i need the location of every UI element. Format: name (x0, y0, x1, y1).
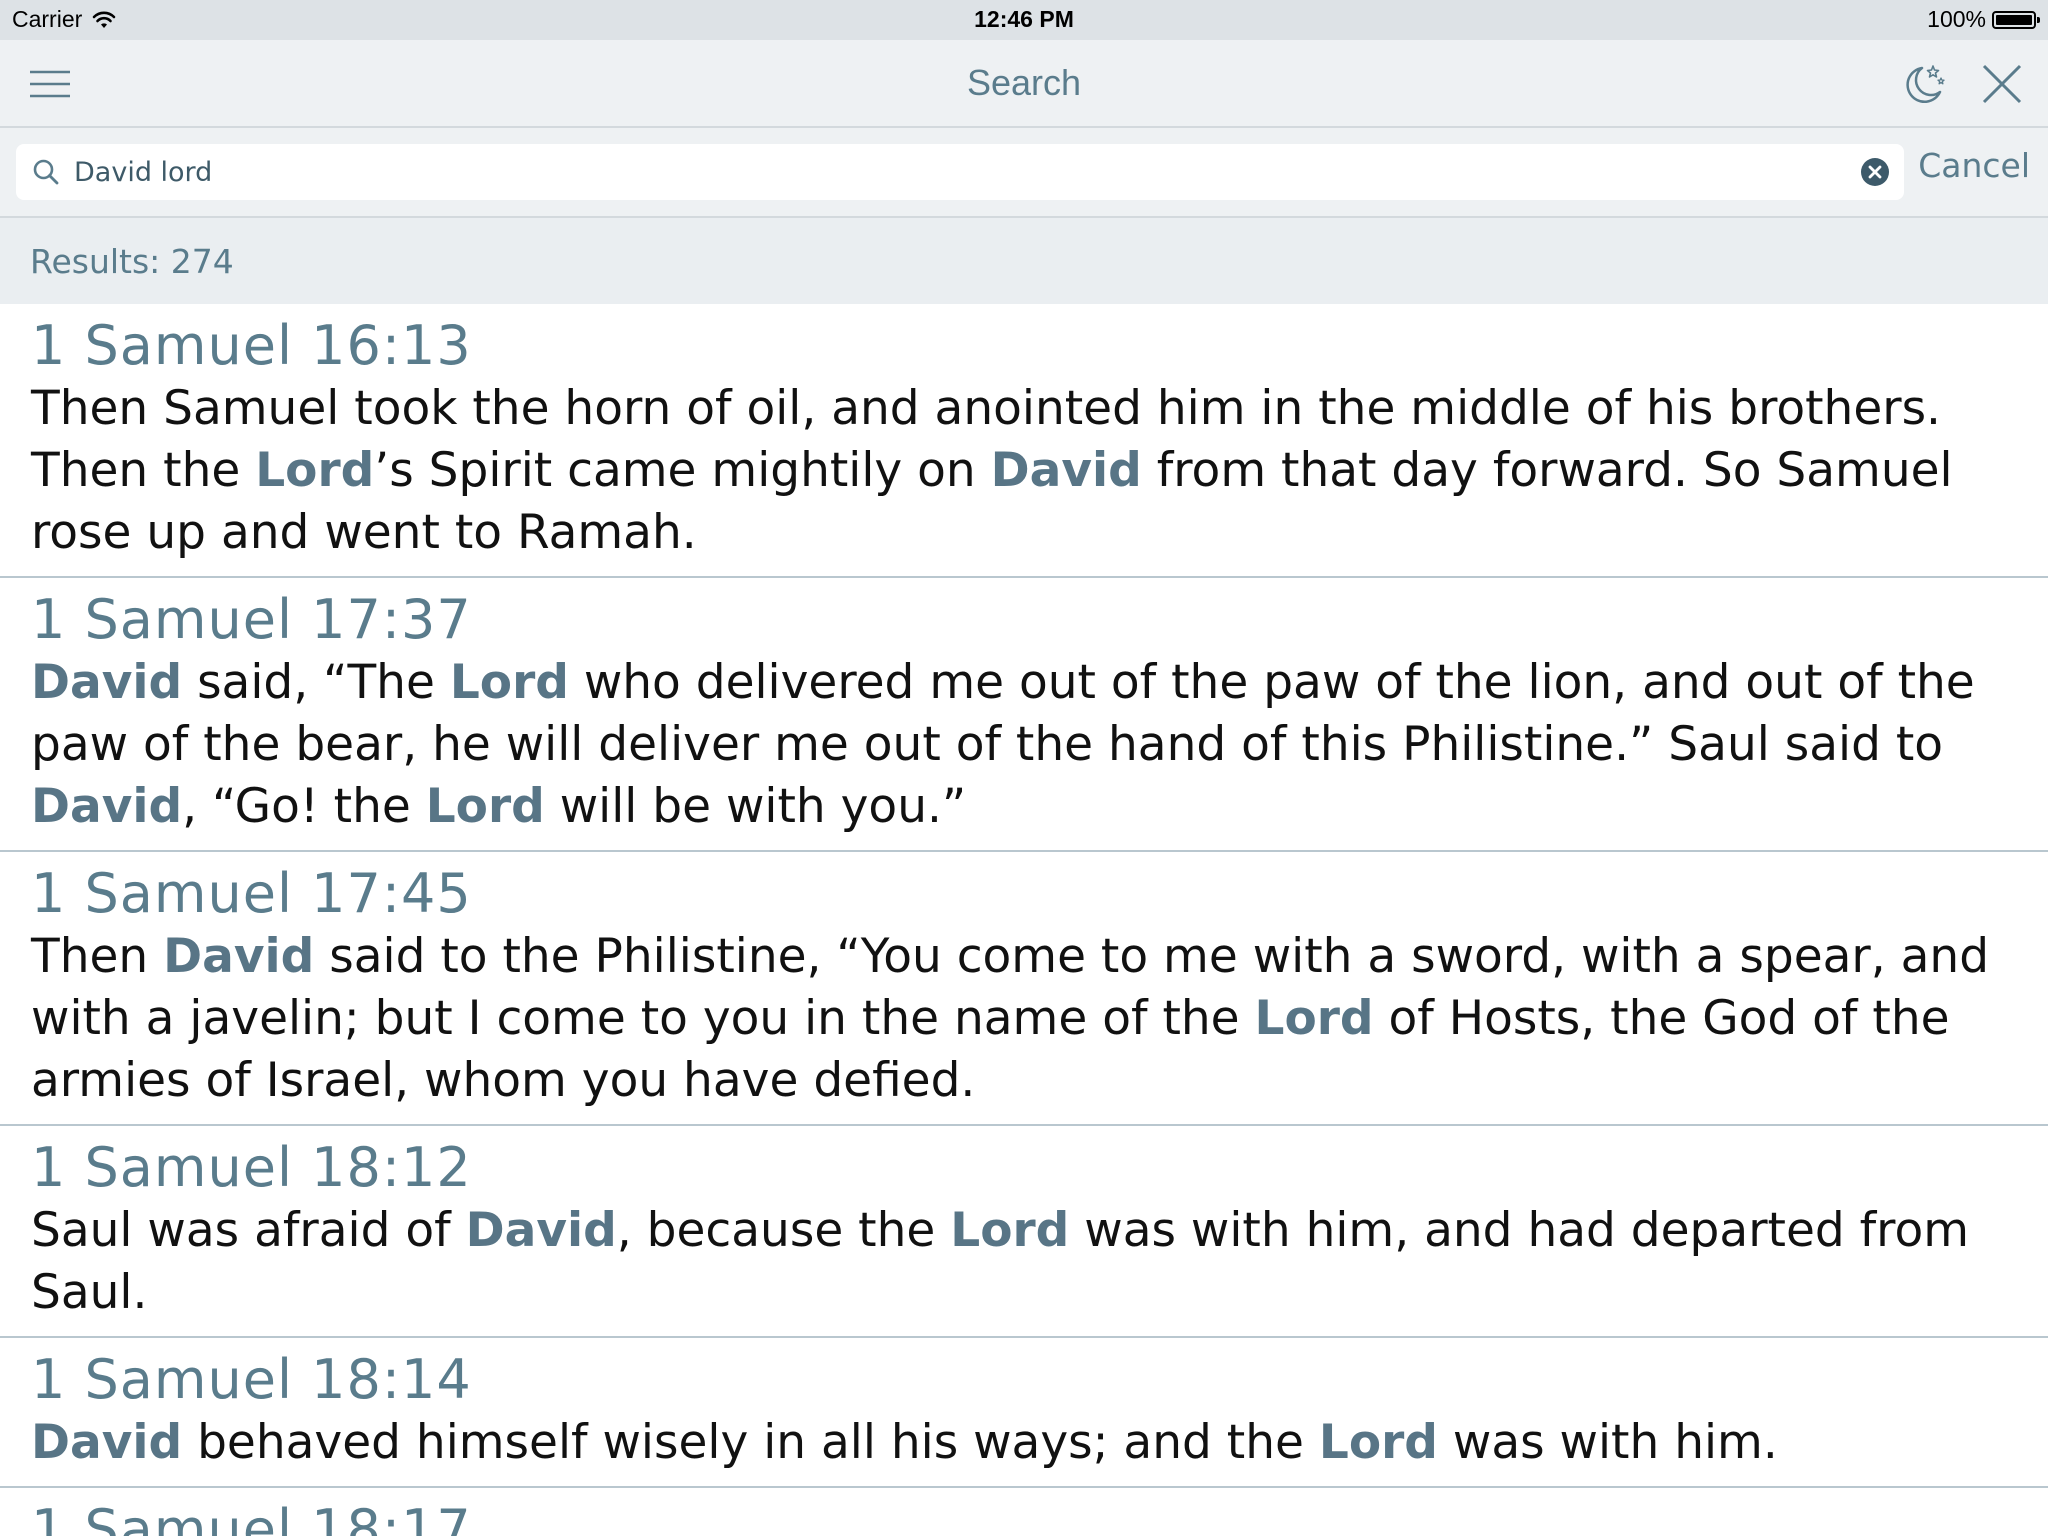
search-input[interactable] (74, 144, 1824, 200)
highlighted-term: David (31, 655, 183, 710)
results-list[interactable]: 1 Samuel 16:13 Then Samuel took the horn … (0, 304, 2048, 1536)
highlighted-term: Lord (449, 655, 569, 710)
highlighted-term: Lord (1254, 991, 1374, 1046)
result-verse-text: Then Samuel took the horn of oil, and an… (31, 378, 2018, 564)
result-item[interactable]: 1 Samuel 17:45 Then David said to the Phi… (0, 852, 2048, 1126)
result-reference: 1 Samuel 18:17 (31, 1498, 472, 1536)
battery-icon (1992, 10, 2040, 29)
search-field-container[interactable] (16, 144, 1904, 200)
clear-search-icon[interactable] (1860, 157, 1890, 187)
result-reference: 1 Samuel 18:12 (31, 1136, 472, 1199)
result-item[interactable]: 1 Samuel 17:37 David said, “The Lord who … (0, 578, 2048, 852)
result-item[interactable]: 1 Samuel 18:12 Saul was afraid of David, … (0, 1126, 2048, 1338)
result-item[interactable]: 1 Samuel 18:14 David behaved himself wise… (0, 1338, 2048, 1488)
battery-percent: 100% (1927, 6, 1986, 32)
result-reference: 1 Samuel 18:14 (31, 1348, 472, 1411)
verse-segment: ’s Spirit came mightily on (374, 443, 991, 498)
result-item[interactable]: 1 Samuel 16:13 Then Samuel took the horn … (0, 304, 2048, 578)
results-header: Results: 274 (0, 218, 2048, 304)
verse-segment: Saul was afraid of (31, 1203, 466, 1258)
search-bar: Cancel (0, 128, 2048, 218)
verse-segment: was with him. (1437, 1415, 1778, 1470)
highlighted-term: David (163, 929, 315, 984)
result-reference: 1 Samuel 16:13 (31, 314, 472, 377)
status-battery: 100% (1927, 6, 2040, 33)
moon-stars-icon[interactable] (1900, 60, 1948, 108)
results-count: Results: 274 (30, 242, 234, 281)
highlighted-term: David (465, 1203, 617, 1258)
verse-segment: will be with you.” (544, 779, 967, 834)
nav-bar: Search (0, 40, 2048, 128)
status-time: 12:46 PM (974, 6, 1074, 32)
highlighted-term: Lord (425, 779, 545, 834)
cancel-button[interactable]: Cancel (1918, 146, 2030, 185)
highlighted-term: David (31, 779, 183, 834)
result-reference: 1 Samuel 17:45 (31, 862, 472, 925)
verse-segment: Then (31, 929, 164, 984)
result-verse-text: Then David said to the Philistine, “You … (31, 926, 2018, 1112)
highlighted-term: David (990, 443, 1142, 498)
verse-segment: , because the (616, 1203, 951, 1258)
result-verse-text: David said, “The Lord who delivered me o… (31, 652, 2018, 838)
verse-segment: , “Go! the (182, 779, 426, 834)
highlighted-term: Lord (950, 1203, 1070, 1258)
highlighted-term: David (31, 1415, 183, 1470)
search-screen: Carrier 12:46 PM 100% Search David lord … (0, 0, 2048, 1536)
close-icon[interactable] (1980, 62, 2024, 106)
highlighted-term: Lord (255, 443, 375, 498)
status-bar: Carrier 12:46 PM 100% (0, 0, 2048, 40)
highlighted-term: Lord (1318, 1415, 1438, 1470)
page-title: Search (966, 62, 1082, 103)
result-reference: 1 Samuel 17:37 (31, 588, 472, 651)
result-verse-text: David behaved himself wisely in all his … (31, 1412, 2018, 1474)
search-icon (33, 159, 59, 185)
result-item[interactable]: 1 Samuel 18:17 (0, 1488, 2048, 1536)
verse-segment: behaved himself wisely in all his ways; … (182, 1415, 1319, 1470)
battery-level (1996, 14, 2032, 25)
verse-segment: said, “The (182, 655, 450, 710)
result-verse-text: Saul was afraid of David, because the Lo… (31, 1200, 2018, 1324)
